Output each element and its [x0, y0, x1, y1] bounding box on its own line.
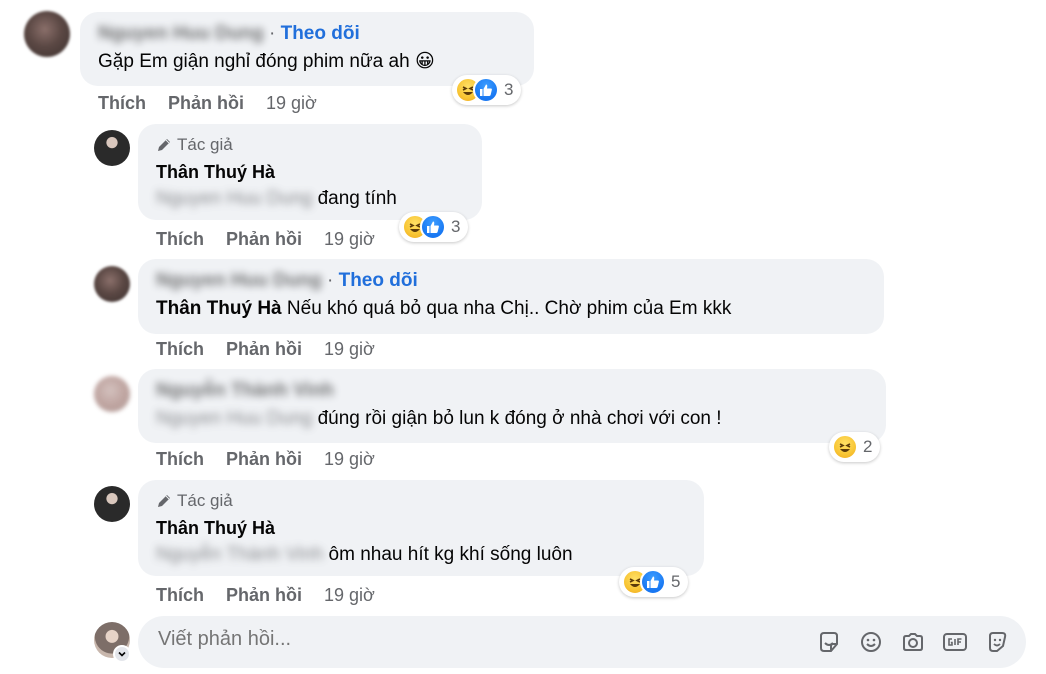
like-button[interactable]: Thích [98, 93, 146, 114]
like-button[interactable]: Thích [156, 229, 204, 250]
reply-button[interactable]: Phản hồi [226, 229, 302, 250]
avatar[interactable] [94, 376, 130, 412]
reaction-count: 3 [504, 80, 514, 99]
follow-link[interactable]: Theo dõi [281, 23, 360, 44]
like-button[interactable]: Thích [156, 585, 204, 606]
like-reaction-icon [640, 569, 666, 595]
pencil-icon [158, 495, 170, 507]
reaction-summary[interactable]: 2 [829, 432, 881, 462]
reaction-summary[interactable]: 3 [399, 212, 469, 242]
reaction-summary[interactable]: 5 [619, 567, 689, 597]
comment-text: ôm nhau hít kg khí sống luôn [328, 544, 573, 565]
reply-box [138, 616, 1026, 668]
reaction-count: 3 [451, 217, 461, 236]
commenter-name[interactable]: Thân Thuý Hà [156, 518, 275, 539]
emoji-icon[interactable] [858, 629, 884, 655]
commenter-name[interactable]: Nguyễn Thành Vinh [156, 380, 334, 402]
mention-link[interactable]: Nguyen Huu Dung [156, 408, 312, 430]
reply-button[interactable]: Phản hồi [168, 93, 244, 114]
commenter-name[interactable]: Thân Thuý Hà [156, 162, 275, 183]
reply-input[interactable] [158, 628, 758, 651]
reply-button[interactable]: Phản hồi [226, 449, 302, 470]
haha-reaction-icon [832, 434, 858, 460]
mention-link[interactable]: Thân Thuý Hà [156, 298, 282, 319]
comment-actions: Thích Phản hồi 19 giờ [156, 229, 375, 250]
sticker-icon[interactable] [816, 629, 842, 655]
mention-link[interactable]: Nguyen Huu Dung [156, 188, 312, 210]
like-reaction-icon [473, 77, 499, 103]
reply-button[interactable]: Phản hồi [226, 339, 302, 360]
comment-bubble: Nguyen Huu Dung · Theo dõi Thân Thuý Hà … [138, 259, 884, 334]
chevron-down-icon[interactable] [113, 645, 131, 663]
reply-button[interactable]: Phản hồi [226, 585, 302, 606]
timestamp[interactable]: 19 giờ [266, 93, 317, 114]
reaction-count: 2 [863, 437, 873, 456]
follow-link[interactable]: Theo dõi [339, 270, 418, 291]
like-reaction-icon [420, 214, 446, 240]
grinning-emoji-icon: 😀 [414, 51, 435, 72]
comment-actions: Thích Phản hồi 19 giờ [156, 449, 375, 470]
like-button[interactable]: Thích [156, 339, 204, 360]
avatar[interactable] [94, 266, 130, 302]
comment-bubble: Nguyễn Thành Vinh Nguyen Huu Dung đúng r… [138, 369, 886, 443]
camera-icon[interactable] [900, 629, 926, 655]
comment-text: Gặp Em giận nghỉ đóng phim nữa ah [98, 51, 410, 72]
avatar[interactable] [94, 486, 130, 522]
timestamp[interactable]: 19 giờ [324, 339, 375, 360]
comment-actions: Thích Phản hồi 19 giờ [156, 339, 375, 360]
reaction-summary[interactable]: 3 [452, 75, 522, 105]
comment-text: đang tính [317, 188, 397, 209]
mention-link[interactable]: Nguyễn Thành Vinh [156, 544, 323, 566]
like-button[interactable]: Thích [156, 449, 204, 470]
comment-text: đúng rồi giận bỏ lun k đóng ở nhà chơi v… [317, 408, 722, 429]
timestamp[interactable]: 19 giờ [324, 585, 375, 606]
timestamp[interactable]: 19 giờ [324, 449, 375, 470]
commenter-name[interactable]: Nguyen Huu Dung [156, 270, 322, 292]
comment-actions: Thích Phản hồi 19 giờ [156, 585, 375, 606]
comment-text: Nếu khó quá bỏ qua nha Chị.. Chờ phim củ… [286, 298, 732, 319]
comment-actions: Thích Phản hồi 19 giờ [98, 93, 317, 114]
avatar[interactable] [24, 11, 70, 57]
pencil-icon [158, 139, 170, 151]
comment-bubble: Tác giả Thân Thuý Hà Nguyễn Thành Vinh ô… [138, 480, 704, 576]
gif-icon[interactable] [942, 629, 968, 655]
commenter-name[interactable]: Nguyen Huu Dung [98, 23, 264, 45]
reaction-count: 5 [671, 572, 681, 591]
avatar-sticker-icon[interactable] [984, 629, 1010, 655]
author-badge: Tác giả [156, 135, 233, 155]
author-badge: Tác giả [156, 491, 233, 511]
timestamp[interactable]: 19 giờ [324, 229, 375, 250]
avatar[interactable] [94, 130, 130, 166]
comment-bubble: Tác giả Thân Thuý Hà Nguyen Huu Dung đan… [138, 124, 482, 220]
